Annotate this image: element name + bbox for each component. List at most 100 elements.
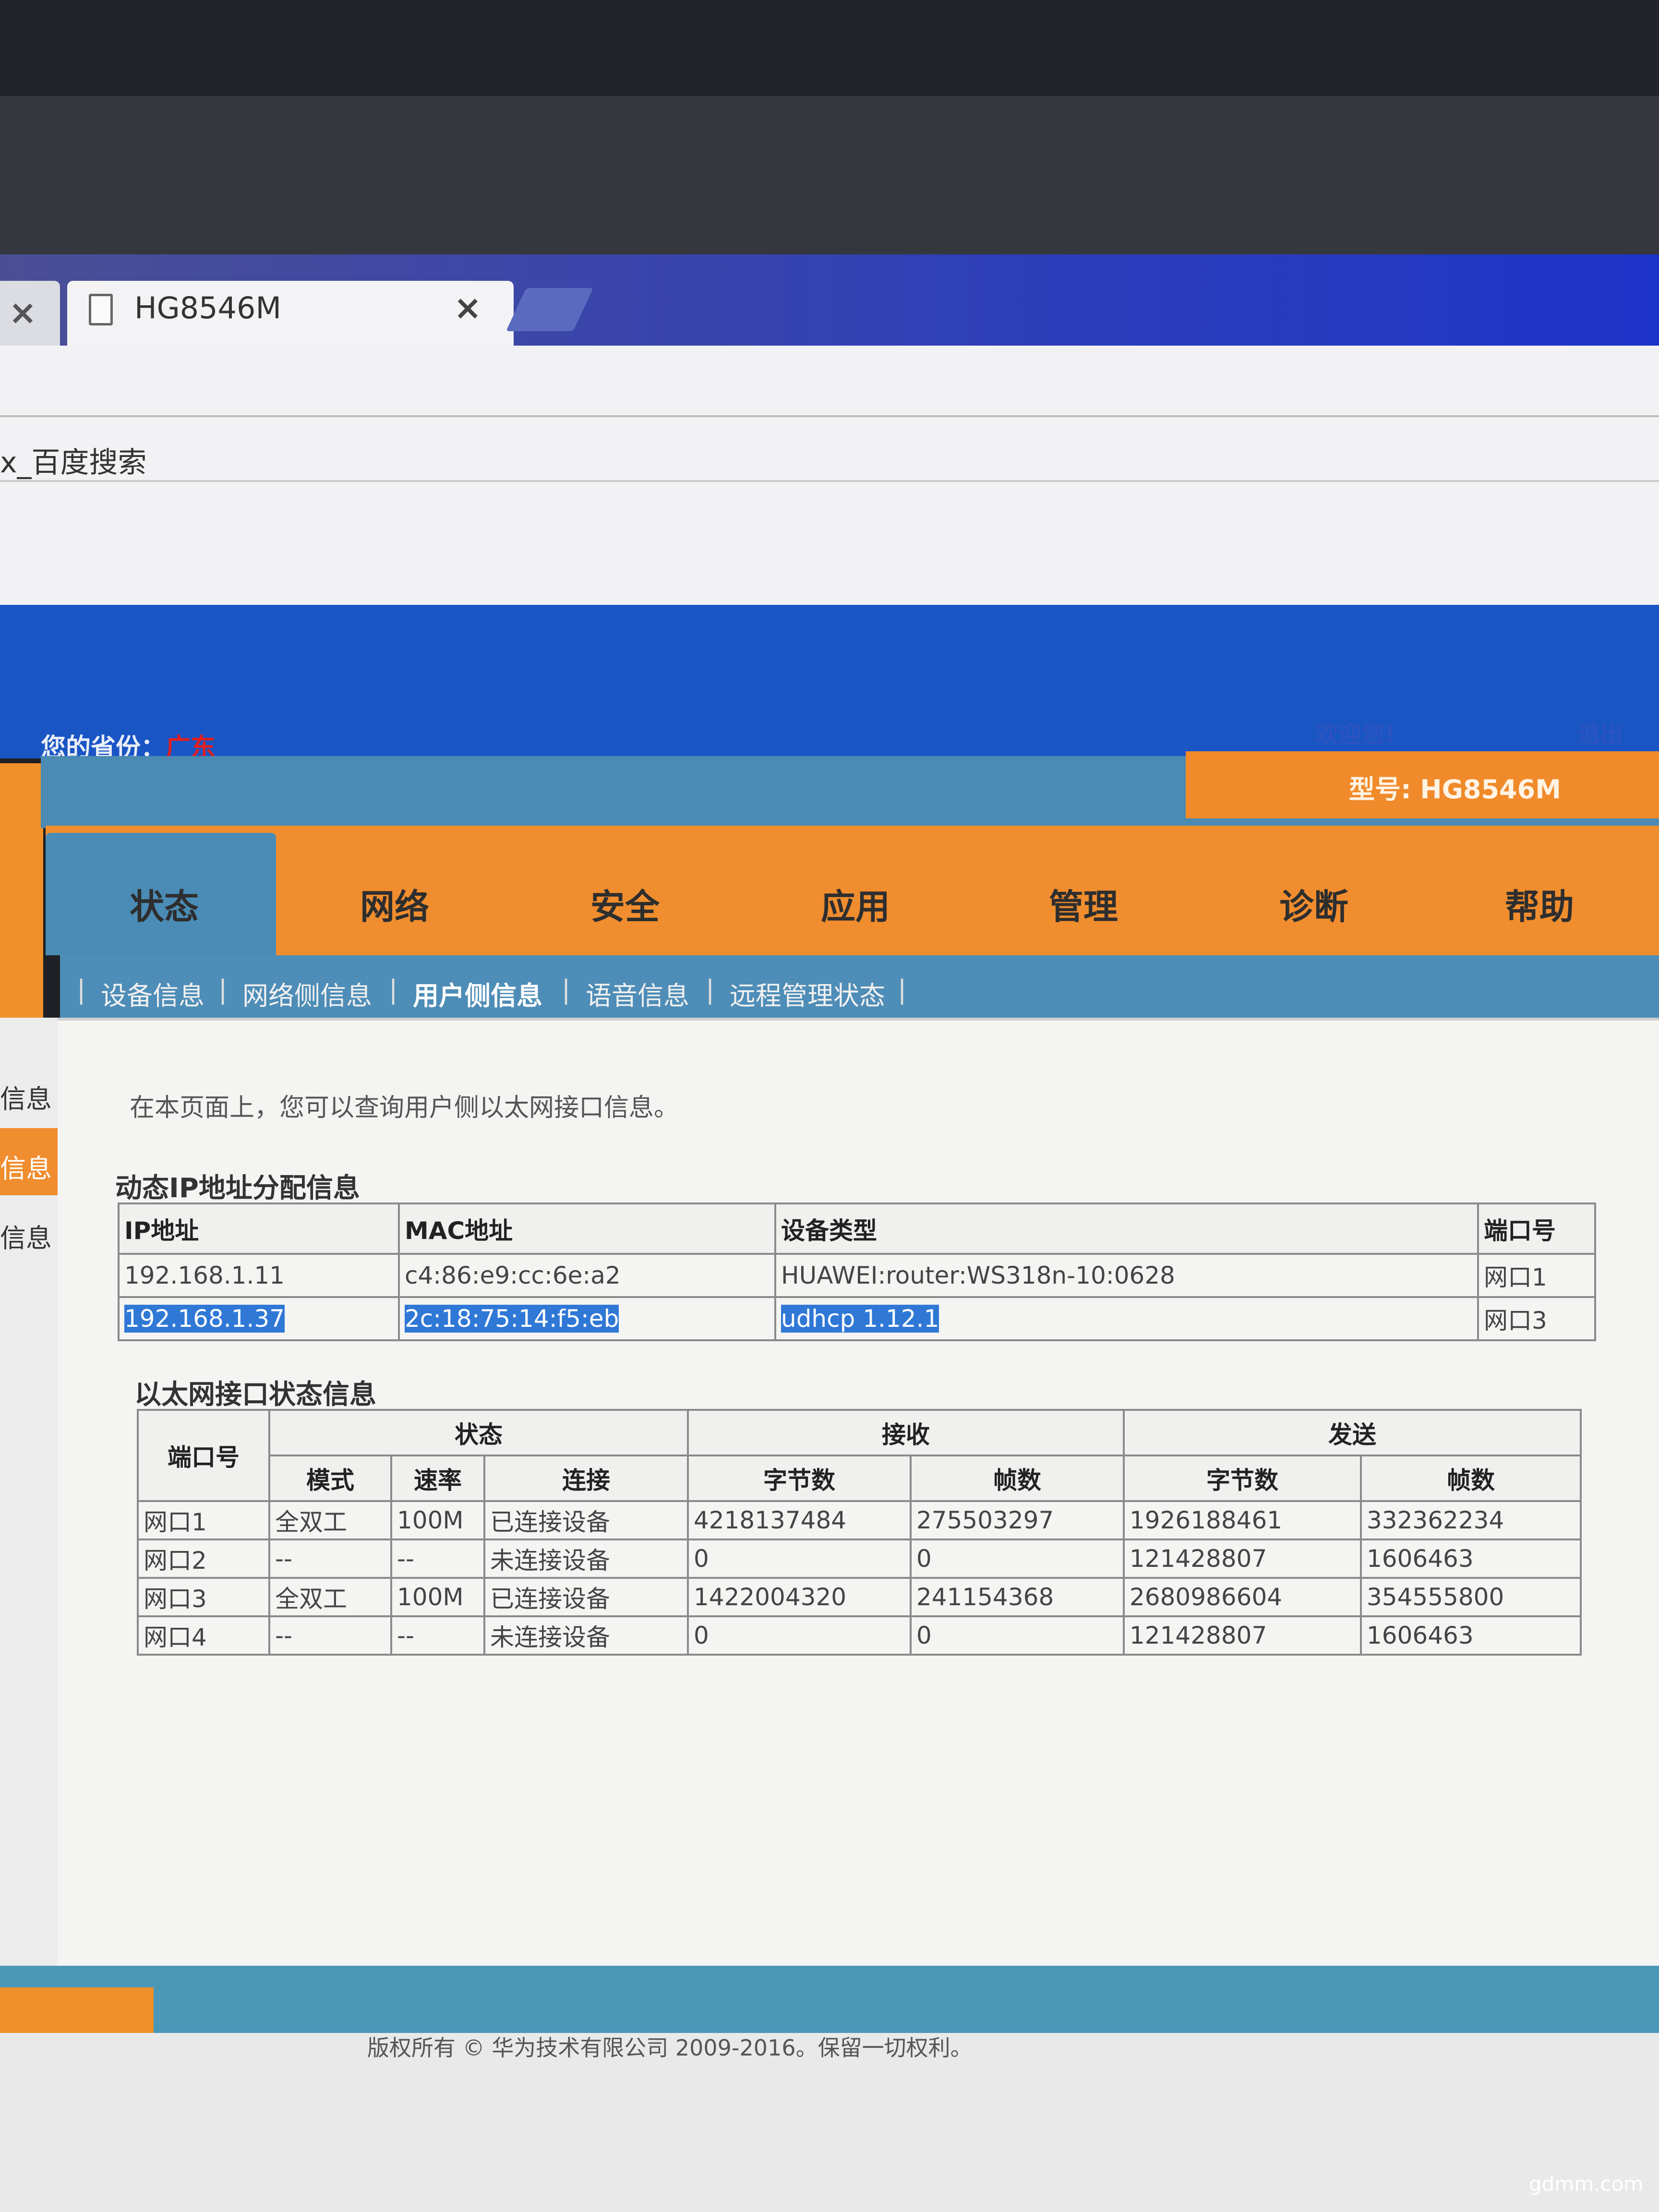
separator: | <box>562 974 571 1005</box>
left-accent <box>0 763 43 1022</box>
separator: | <box>706 974 715 1005</box>
connection-cell: 已连接设备 <box>483 1577 689 1617</box>
mode-cell: 全双工 <box>268 1500 392 1540</box>
port-cell: 网口1 <box>1477 1253 1596 1298</box>
device-type-cell: HUAWEI:router:WS318n-10:0628 <box>774 1253 1479 1298</box>
dhcp-table: IP地址 MAC地址 设备类型 端口号 192.168.1.11 c4:86:e… <box>118 1202 1596 1341</box>
model-label: 型号: HG8546M <box>1349 774 1561 805</box>
mac-cell: 2c:18:75:14:f5:eb <box>398 1296 776 1341</box>
selected-text: udhcp 1.12.1 <box>781 1305 939 1333</box>
tab-network[interactable]: 网络 <box>360 878 429 929</box>
col-group-send: 发送 <box>1123 1409 1582 1456</box>
table-row: 网口3 全双工 100M 已连接设备 1422004320 241154368 … <box>137 1577 1582 1617</box>
col-connection: 连接 <box>483 1455 689 1502</box>
port-cell: 网口3 <box>1477 1296 1596 1341</box>
col-tx-bytes: 字节数 <box>1123 1455 1362 1502</box>
rx-frames-cell: 0 <box>910 1615 1125 1656</box>
tab-status[interactable]: 状态 <box>130 878 199 929</box>
rx-bytes-cell: 4218137484 <box>687 1500 912 1540</box>
col-mac: MAC地址 <box>398 1202 776 1255</box>
tab-diagnosis[interactable]: 诊断 <box>1279 878 1348 929</box>
tab-security[interactable]: 安全 <box>590 878 660 929</box>
tx-bytes-cell: 121428807 <box>1123 1615 1362 1656</box>
selected-text: 2c:18:75:14:f5:eb <box>405 1305 619 1333</box>
subnav-voice-info[interactable]: 语音信息 <box>586 974 689 1012</box>
table-row: 网口1 全双工 100M 已连接设备 4218137484 275503297 … <box>137 1500 1582 1540</box>
ethernet-table: 端口号 状态 接收 发送 模式 速率 连接 字节数 帧数 字节数 帧数 网口1 … <box>137 1409 1582 1656</box>
tx-bytes-cell: 121428807 <box>1123 1539 1362 1579</box>
dhcp-section-title: 动态IP地址分配信息 <box>115 1173 360 1204</box>
tab-management[interactable]: 管理 <box>1049 878 1118 929</box>
close-icon[interactable]: × <box>9 293 37 332</box>
table-row: 192.168.1.11 c4:86:e9:cc:6e:a2 HUAWEI:ro… <box>118 1253 1596 1298</box>
sidebar-item-2[interactable]: 信息 <box>0 1147 52 1185</box>
rx-frames-cell: 241154368 <box>910 1577 1125 1617</box>
col-group-receive: 接收 <box>687 1409 1125 1456</box>
speed-cell: 100M <box>390 1577 485 1617</box>
document-icon <box>89 294 113 325</box>
connection-cell: 已连接设备 <box>483 1500 689 1540</box>
speed-cell: 100M <box>390 1500 485 1540</box>
logout-link[interactable]: 退出 <box>1577 715 1623 749</box>
col-port: 端口号 <box>137 1409 270 1502</box>
rx-bytes-cell: 0 <box>687 1539 912 1579</box>
tx-frames-cell: 1606463 <box>1360 1539 1582 1579</box>
bookmark-search-link[interactable]: x_百度搜索 <box>0 439 147 481</box>
monitor-bezel <box>0 0 1659 96</box>
port-cell: 网口1 <box>137 1500 270 1540</box>
speed-cell: -- <box>390 1539 485 1579</box>
rx-frames-cell: 0 <box>910 1539 1125 1579</box>
footer-bar <box>0 1966 1659 2033</box>
tab-application[interactable]: 应用 <box>821 878 890 929</box>
table-row: 192.168.1.37 2c:18:75:14:f5:eb udhcp 1.1… <box>118 1296 1596 1341</box>
router-header-band <box>0 605 1659 758</box>
subnav-device-info[interactable]: 设备信息 <box>101 974 204 1012</box>
col-mode: 模式 <box>268 1455 392 1502</box>
table-row: 网口2 -- -- 未连接设备 0 0 121428807 1606463 <box>137 1539 1582 1579</box>
subnav-remote-management[interactable]: 远程管理状态 <box>730 974 885 1012</box>
mac-cell: c4:86:e9:cc:6e:a2 <box>398 1253 776 1298</box>
rx-bytes-cell: 0 <box>687 1615 912 1656</box>
rx-frames-cell: 275503297 <box>910 1500 1125 1540</box>
col-ip: IP地址 <box>118 1202 400 1255</box>
copyright-text: 版权所有 © 华为技术有限公司 2009-2016。保留一切权利。 <box>367 2035 973 2061</box>
selected-text: 192.168.1.37 <box>124 1305 285 1333</box>
subnav-user-side[interactable]: 用户侧信息 <box>413 974 542 1012</box>
watermark-text: gdmm.com <box>1529 2172 1644 2196</box>
table-row: 网口4 -- -- 未连接设备 0 0 121428807 1606463 <box>137 1615 1582 1656</box>
welcome-text: 欢迎您! <box>1315 721 1395 748</box>
subnav-network-side[interactable]: 网络侧信息 <box>242 974 372 1012</box>
col-group-status: 状态 <box>268 1409 689 1456</box>
col-rx-bytes: 字节数 <box>687 1455 912 1502</box>
col-speed: 速率 <box>390 1455 485 1502</box>
browser-toolbar <box>0 346 1659 605</box>
col-port: 端口号 <box>1477 1202 1596 1255</box>
divider <box>0 415 1659 417</box>
port-cell: 网口2 <box>137 1539 270 1579</box>
col-tx-frames: 帧数 <box>1360 1455 1582 1502</box>
screen-dark-area <box>0 96 1659 269</box>
sidebar-item-3[interactable]: 信息 <box>0 1217 52 1255</box>
tx-bytes-cell: 2680986604 <box>1123 1577 1362 1617</box>
mode-cell: -- <box>268 1615 392 1656</box>
tab-help[interactable]: 帮助 <box>1505 878 1574 929</box>
sidebar-item-1[interactable]: 信息 <box>0 1078 52 1116</box>
close-icon[interactable]: × <box>454 288 482 327</box>
speed-cell: -- <box>390 1615 485 1656</box>
rx-bytes-cell: 1422004320 <box>687 1577 912 1617</box>
col-rx-frames: 帧数 <box>910 1455 1125 1502</box>
footer-accent <box>0 1987 154 2033</box>
connection-cell: 未连接设备 <box>483 1615 689 1656</box>
tab-title: HG8546M <box>134 290 281 325</box>
table-subheader-row: 模式 速率 连接 字节数 帧数 字节数 帧数 <box>138 1455 1582 1502</box>
separator: | <box>898 974 907 1005</box>
port-cell: 网口3 <box>137 1577 270 1617</box>
table-header-row: IP地址 MAC地址 设备类型 端口号 <box>118 1202 1596 1255</box>
ethernet-section-title: 以太网接口状态信息 <box>134 1379 376 1410</box>
tx-frames-cell: 354555800 <box>1360 1577 1582 1617</box>
connection-cell: 未连接设备 <box>483 1539 689 1579</box>
tx-bytes-cell: 1926188461 <box>1123 1500 1362 1540</box>
col-device-type: 设备类型 <box>774 1202 1479 1255</box>
mode-cell: 全双工 <box>268 1577 392 1617</box>
tx-frames-cell: 1606463 <box>1360 1615 1582 1656</box>
